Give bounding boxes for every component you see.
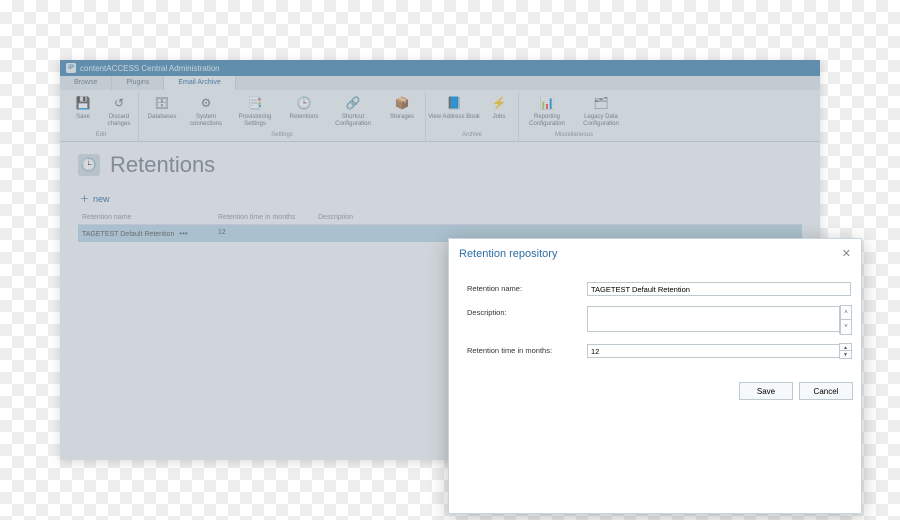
jobs-icon: ⚡ xyxy=(490,94,508,112)
ribbon-group-archive-label: Archive xyxy=(462,132,482,138)
cell-desc xyxy=(318,229,418,238)
ribbon-storages-label: Storages xyxy=(390,114,414,128)
ribbon-discard-label: Discard changes xyxy=(102,114,136,128)
ribbon-save-label: Save xyxy=(76,114,90,128)
ribbon-reporting[interactable]: 📊 Reporting Configuration xyxy=(521,92,573,130)
ribbon-jobs-label: Jobs xyxy=(493,114,506,128)
label-description: Description: xyxy=(467,306,587,317)
spinner-arrows: ▲ ▼ xyxy=(840,344,851,358)
ribbon-retentions-label: Retentions xyxy=(290,114,319,128)
undo-icon: ↺ xyxy=(110,94,128,112)
cell-months: 12 xyxy=(218,229,318,238)
provisioning-icon: 📑 xyxy=(246,94,264,112)
cell-name-text: TAGETEST Default Retention xyxy=(82,231,174,238)
table-header: Retention name Retention time in months … xyxy=(78,211,802,225)
dialog-body: Retention name: Description: ˄ ˅ Retenti… xyxy=(449,268,861,376)
page-heading: Retentions xyxy=(110,152,215,178)
window-titlebar: iP contentACCESS Central Administration xyxy=(60,60,820,76)
ribbon-group-misc-label: Miscellaneous xyxy=(555,132,593,138)
col-retention-months: Retention time in months xyxy=(218,214,318,221)
ribbon-reporting-label: Reporting Configuration xyxy=(521,114,573,128)
ribbon-group-settings: 🗄 Databases ⚙ System connections 📑 Provi… xyxy=(139,92,426,141)
chart-icon: 📊 xyxy=(538,94,556,112)
label-retention-months: Retention time in months: xyxy=(467,344,587,355)
ribbon-tabs: Browse Plugins Email Archive xyxy=(60,76,820,90)
ribbon-group-misc: 📊 Reporting Configuration 🗂 Legacy Data … xyxy=(519,92,629,141)
database-icon: 🗄 xyxy=(153,94,171,112)
window-title: contentACCESS Central Administration xyxy=(80,64,220,73)
ribbon-legacy[interactable]: 🗂 Legacy Data Configuration xyxy=(575,92,627,130)
retentions-page-icon: 🕒 xyxy=(78,154,100,176)
gear-icon: ⚙ xyxy=(197,94,215,112)
ribbon-provisioning-label: Provisioning Settings xyxy=(229,114,281,128)
ribbon-system-connections[interactable]: ⚙ System connections xyxy=(185,92,227,130)
dialog-header: Retention repository ✕ xyxy=(449,239,861,268)
new-retention-link[interactable]: ＋ new xyxy=(80,192,800,205)
input-retention-name[interactable] xyxy=(587,282,851,296)
ribbon-save[interactable]: 💾 Save xyxy=(66,92,100,130)
storage-icon: 📦 xyxy=(393,94,411,112)
ribbon-discard[interactable]: ↺ Discard changes xyxy=(102,92,136,130)
cancel-button[interactable]: Cancel xyxy=(799,382,853,400)
ribbon-shortcut-config[interactable]: 🔗 Shortcut Configuration xyxy=(327,92,379,130)
cell-name: TAGETEST Default Retention ••• xyxy=(78,229,218,238)
save-button[interactable]: Save xyxy=(739,382,793,400)
ribbon-databases-label: Databases xyxy=(148,114,177,128)
folder-icon: 🗂 xyxy=(592,94,610,112)
dialog-footer: Save Cancel xyxy=(449,376,861,406)
ribbon-databases[interactable]: 🗄 Databases xyxy=(141,92,183,130)
page-title: 🕒 Retentions xyxy=(78,152,802,178)
new-label: new xyxy=(93,194,110,204)
clock-icon: 🕒 xyxy=(295,94,313,112)
chevron-down-icon[interactable]: ˅ xyxy=(840,319,852,335)
input-description[interactable] xyxy=(587,306,851,332)
ribbon-group-archive: 📘 View Address Book ⚡ Jobs Archive xyxy=(426,92,519,141)
ribbon-sysconn-label: System connections xyxy=(185,114,227,128)
input-retention-months[interactable] xyxy=(587,344,851,358)
ribbon: 💾 Save ↺ Discard changes Edit 🗄 Database… xyxy=(60,90,820,142)
ribbon-retentions[interactable]: 🕒 Retentions xyxy=(283,92,325,130)
save-icon: 💾 xyxy=(74,94,92,112)
plus-icon: ＋ xyxy=(80,192,89,205)
dialog-title: Retention repository xyxy=(459,248,842,260)
textarea-scroll[interactable]: ˄ ˅ xyxy=(839,306,851,334)
book-icon: 📘 xyxy=(445,94,463,112)
spinner-down-icon[interactable]: ▼ xyxy=(839,350,852,359)
ribbon-address-label: View Address Book xyxy=(428,114,480,128)
ribbon-group-settings-label: Settings xyxy=(271,132,293,138)
ribbon-address-book[interactable]: 📘 View Address Book xyxy=(428,92,480,130)
label-retention-name: Retention name: xyxy=(467,282,587,293)
ribbon-legacy-label: Legacy Data Configuration xyxy=(575,114,627,128)
ribbon-provisioning[interactable]: 📑 Provisioning Settings xyxy=(229,92,281,130)
dialog-close-icon[interactable]: ✕ xyxy=(842,247,851,260)
ribbon-shortcut-label: Shortcut Configuration xyxy=(327,114,379,128)
row-actions-icon[interactable]: ••• xyxy=(179,229,187,238)
tab-browse[interactable]: Browse xyxy=(60,76,112,90)
tab-plugins[interactable]: Plugins xyxy=(112,76,164,90)
ribbon-group-edit-label: Edit xyxy=(96,132,106,138)
ribbon-group-edit: 💾 Save ↺ Discard changes Edit xyxy=(64,92,139,141)
retention-dialog: Retention repository ✕ Retention name: D… xyxy=(448,238,862,514)
ribbon-jobs[interactable]: ⚡ Jobs xyxy=(482,92,516,130)
ribbon-storages[interactable]: 📦 Storages xyxy=(381,92,423,130)
tab-email-archive[interactable]: Email Archive xyxy=(164,76,235,90)
col-retention-name: Retention name xyxy=(78,214,218,221)
link-icon: 🔗 xyxy=(344,94,362,112)
app-logo-icon: iP xyxy=(66,63,76,73)
col-description: Description xyxy=(318,214,418,221)
